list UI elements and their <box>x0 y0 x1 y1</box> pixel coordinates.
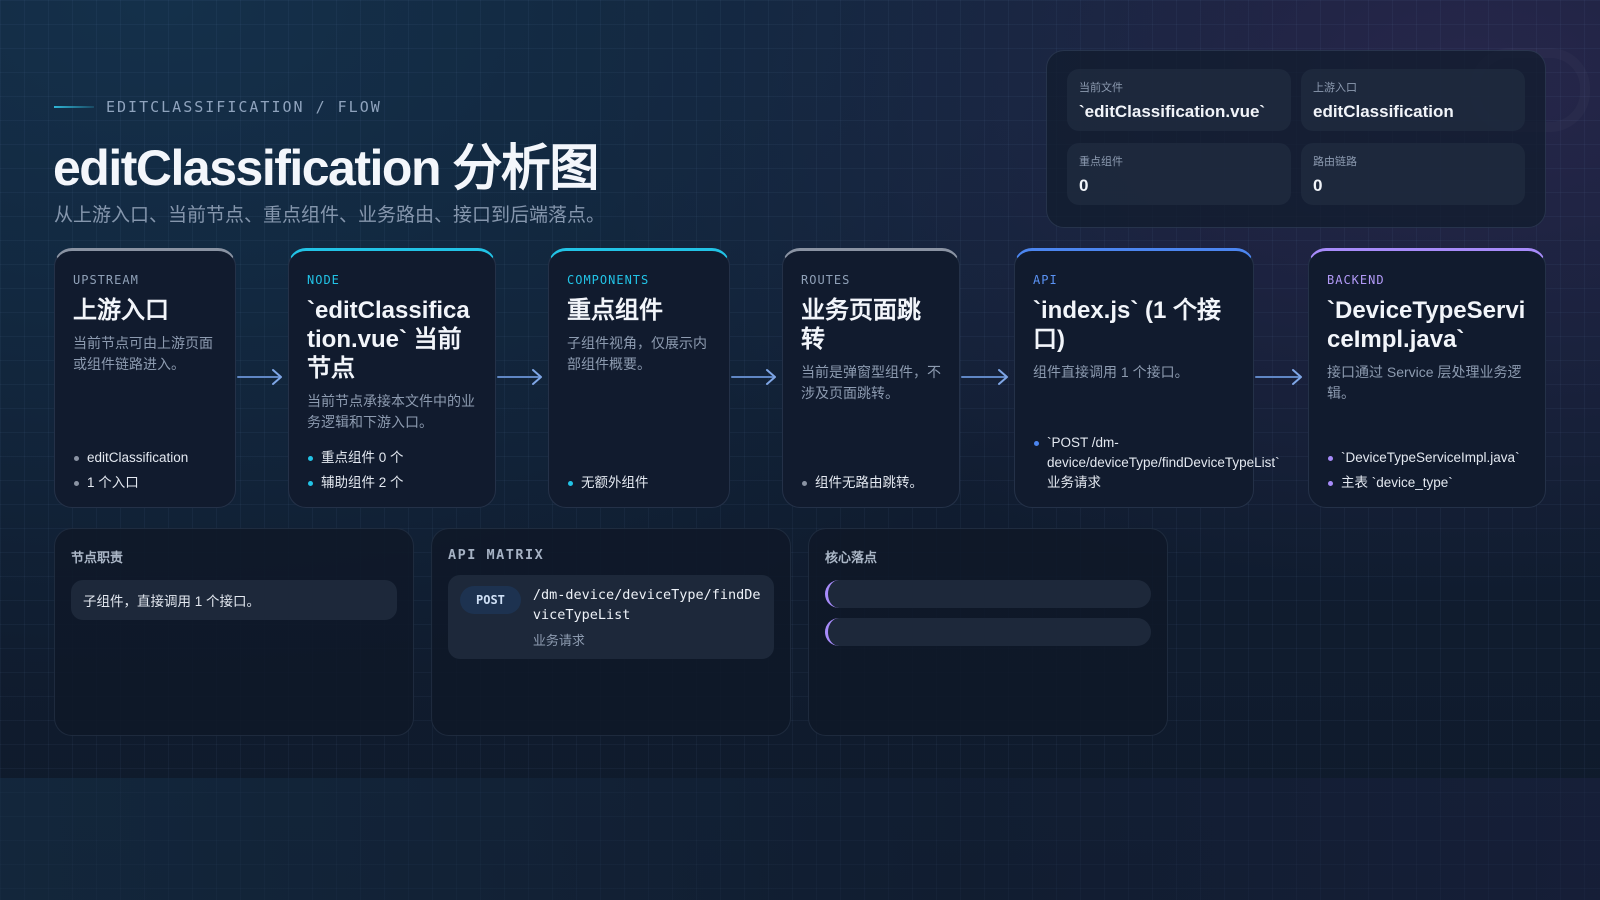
stage-tag: COMPONENTS <box>567 273 650 287</box>
stage-desc: 子组件视角，仅展示内部组件概要。 <box>567 335 707 372</box>
stage-card-api: API `index.js` (1 个接口) 组件直接调用 1 个接口。 `PO… <box>1014 248 1280 508</box>
stage-desc: 当前节点可由上游页面或组件链路进入。 <box>73 335 213 372</box>
api-detail: /dm-device/deviceType/findDeviceTypeList… <box>533 585 762 649</box>
flow-arrow-icon <box>237 369 282 385</box>
stage-title: `editClassification.vue` 当前节点 <box>307 297 470 382</box>
page-subtitle: 从上游入口、当前节点、重点组件、业务路由、接口到后端落点。 <box>54 205 606 226</box>
stage-list-item: `DeviceTypeServiceImpl.java` <box>1327 448 1531 468</box>
flow-arrow-icon <box>961 369 1008 385</box>
flow-arrow-icon <box>497 369 542 385</box>
stage-title: 重点组件 <box>567 297 663 324</box>
landing-bar <box>825 618 1151 646</box>
summary-label: 当前文件 <box>1079 82 1123 94</box>
stage-title: `DeviceTypeServiceImpl.java` <box>1327 297 1526 353</box>
summary-label: 上游入口 <box>1313 82 1357 94</box>
stage-list-item: 1 个入口 <box>73 473 221 493</box>
summary-label: 路由链路 <box>1313 156 1357 168</box>
summary-card-current-file: 当前文件 `editClassification.vue` <box>1067 69 1291 131</box>
summary-value: 0 <box>1313 176 1323 195</box>
stage-list-item: 组件无路由跳转。 <box>801 473 945 493</box>
stage-list: `DeviceTypeServiceImpl.java` 主表 `device_… <box>1327 443 1531 493</box>
panel-heading: 核心落点 <box>825 550 878 565</box>
bottom-band <box>0 778 1600 900</box>
stage-title: `index.js` (1 个接口) <box>1033 297 1222 353</box>
summary-label: 重点组件 <box>1079 156 1123 168</box>
stage-list-item: editClassification <box>73 448 221 468</box>
landing-bar <box>825 580 1151 608</box>
stage-list-item: 重点组件 0 个 <box>307 448 481 468</box>
eyebrow-line <box>54 106 94 108</box>
stage-list-item: 主表 `device_type` <box>1327 473 1531 493</box>
api-entry: POST /dm-device/deviceType/findDeviceTyp… <box>448 575 774 659</box>
stage-card-upstream: UPSTREAM 上游入口 当前节点可由上游页面或组件链路进入。 editCla… <box>54 248 236 508</box>
summary-card-components: 重点组件 0 <box>1067 143 1291 205</box>
stage-desc: 当前是弹窗型组件，不涉及页面跳转。 <box>801 364 941 401</box>
api-path: /dm-device/deviceType/findDeviceTypeList <box>532 587 761 623</box>
stage-list-item: 辅助组件 2 个 <box>307 473 481 493</box>
eyebrow-text: EDITCLASSIFICATION / FLOW <box>106 98 382 116</box>
stage-list: 组件无路由跳转。 <box>801 468 945 493</box>
stage-desc: 接口通过 Service 层处理业务逻辑。 <box>1327 364 1522 401</box>
stage-tag: API <box>1033 273 1058 287</box>
summary-card-routes: 路由链路 0 <box>1301 143 1525 205</box>
duty-text: 子组件，直接调用 1 个接口。 <box>71 580 397 620</box>
stage-desc: 当前节点承接本文件中的业务逻辑和下游入口。 <box>307 393 475 430</box>
stage-tag: BACKEND <box>1327 273 1385 287</box>
flow-arrow-icon <box>731 369 776 385</box>
stage-tag: UPSTREAM <box>73 273 139 287</box>
stage-card-components: COMPONENTS 重点组件 子组件视角，仅展示内部组件概要。 无额外组件 <box>548 248 730 508</box>
stage-desc: 组件直接调用 1 个接口。 <box>1033 364 1189 380</box>
stage-title: 业务页面跳转 <box>801 297 921 353</box>
stage-list: editClassification 1 个入口 <box>73 443 221 493</box>
http-method-badge: POST <box>460 586 521 614</box>
stage-tag: NODE <box>307 273 340 287</box>
stage-tag: ROUTES <box>801 273 851 287</box>
summary-value: 0 <box>1079 176 1089 195</box>
stage-list-item: 无额外组件 <box>567 473 715 493</box>
api-note: 业务请求 <box>532 633 585 648</box>
stage-card-backend: BACKEND `DeviceTypeServiceImpl.java` 接口通… <box>1308 248 1546 508</box>
stage-list: 无额外组件 <box>567 468 715 493</box>
flow-arrow-icon <box>1255 369 1302 385</box>
panel-core-landing: 核心落点 <box>808 528 1168 736</box>
panel-heading: API MATRIX <box>448 547 545 563</box>
summary-value: `editClassification.vue` <box>1079 102 1266 121</box>
stage-title: 上游入口 <box>73 297 169 324</box>
panel-node-duty: 节点职责 子组件，直接调用 1 个接口。 <box>54 528 414 736</box>
page-title: editClassification 分析图 <box>53 140 599 196</box>
stage-list: `POST /dm-device/deviceType/findDeviceTy… <box>1033 428 1280 493</box>
stage-list-item: `POST /dm-device/deviceType/findDeviceTy… <box>1033 433 1280 493</box>
summary-panel: 当前文件 `editClassification.vue` 上游入口 editC… <box>1046 50 1546 228</box>
summary-value: editClassification <box>1313 102 1454 121</box>
eyebrow: EDITCLASSIFICATION / FLOW <box>54 98 382 116</box>
panel-api-matrix: API MATRIX POST /dm-device/deviceType/fi… <box>431 528 791 736</box>
panel-heading: 节点职责 <box>71 550 124 565</box>
summary-card-upstream: 上游入口 editClassification <box>1301 69 1525 131</box>
stage-card-routes: ROUTES 业务页面跳转 当前是弹窗型组件，不涉及页面跳转。 组件无路由跳转。 <box>782 248 960 508</box>
stage-list: 重点组件 0 个 辅助组件 2 个 <box>307 443 481 493</box>
stage-card-node: NODE `editClassification.vue` 当前节点 当前节点承… <box>288 248 496 508</box>
